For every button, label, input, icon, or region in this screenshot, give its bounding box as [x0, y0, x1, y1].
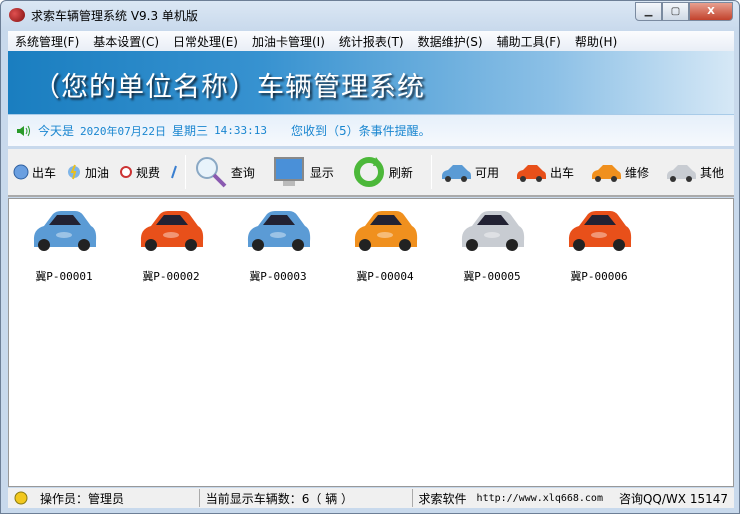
app-icon — [9, 8, 25, 22]
toolbar-separator — [430, 155, 432, 189]
filter-other-button[interactable]: 其他 — [665, 162, 724, 182]
toolbar-separator — [184, 155, 186, 189]
operator-text: 操作员：管理员 — [40, 491, 125, 506]
globe-icon — [13, 164, 29, 180]
more-icon[interactable] — [170, 164, 177, 180]
speaker-icon — [17, 125, 30, 136]
orange-car-icon — [591, 165, 621, 182]
refuel-button[interactable]: 加油 — [66, 164, 109, 181]
depart-button[interactable]: 出车 — [13, 164, 56, 181]
count-text: 当前显示车辆数：6（ 辆 ） — [205, 491, 354, 506]
fees-label: 规费 — [136, 165, 161, 180]
status-company: 求索软件 http://www.xlq668.com 咨询QQ/WX 15147 — [413, 489, 734, 507]
vehicle-item[interactable]: 冀P-00006 — [559, 207, 639, 284]
today-label: 今天是 — [38, 124, 75, 138]
time-text: 14:33:13 — [214, 124, 267, 137]
car-icon — [140, 211, 204, 251]
vehicle-plate: 冀P-00001 — [35, 270, 93, 283]
display-label: 显示 — [309, 165, 334, 180]
info-bar: 今天是 2020年07月22日 星期三 14:33:13 您收到（5）条事件提醒… — [8, 114, 734, 146]
date-text: 2020年07月22日 — [80, 124, 166, 138]
fees-button[interactable]: 规费 — [119, 164, 160, 181]
refresh-icon — [353, 157, 384, 187]
display-button[interactable]: 显示 — [273, 155, 334, 189]
menu-tools[interactable]: 辅助工具(F) — [490, 33, 568, 50]
status-operator: 操作员：管理员 — [8, 489, 200, 507]
toolbar: 出车 加油 规费 查询 显示 刷新 可用 出车 维修 其他 — [8, 149, 734, 197]
banner-title: （您的单位名称）车辆管理系统 — [33, 72, 425, 103]
depart-label: 出车 — [32, 165, 57, 180]
filter-repair-button[interactable]: 维修 — [590, 162, 649, 182]
status-bar: 操作员：管理员 当前显示车辆数：6（ 辆 ） 求索软件 http://www.xl… — [8, 488, 734, 508]
url-link[interactable]: http://www.xlq668.com — [477, 493, 603, 504]
menu-daily[interactable]: 日常处理(E) — [166, 33, 245, 50]
vehicle-grid: 冀P-00001 冀P-00002 冀P-00003 冀P-00004 冀P-00005… — [8, 198, 734, 487]
query-button[interactable]: 查询 — [194, 155, 255, 189]
refresh-label: 刷新 — [388, 165, 413, 180]
car-icon — [461, 211, 525, 251]
silver-car-icon — [666, 165, 696, 182]
monitor-icon — [273, 157, 304, 186]
car-icon — [354, 211, 418, 251]
blue-car-icon — [441, 165, 471, 182]
menu-bar: 系统管理(F) 基本设置(C) 日常处理(E) 加油卡管理(I) 统计报表(T)… — [8, 31, 734, 51]
contact-text: 咨询QQ/WX 15147 — [618, 491, 728, 506]
vehicle-plate: 冀P-00004 — [356, 270, 414, 283]
vehicle-item[interactable]: 冀P-00002 — [131, 207, 211, 284]
vehicle-plate: 冀P-00002 — [142, 270, 200, 283]
car-icon — [568, 211, 632, 251]
refuel-label: 加油 — [85, 165, 110, 180]
company-text: 求索软件 — [418, 491, 467, 506]
maximize-button[interactable]: ▢ — [662, 2, 689, 21]
title-bar: 求索车辆管理系统 V9.3 单机版 ▁ ▢ X — [1, 1, 739, 29]
out-label: 出车 — [549, 165, 574, 180]
fuel-icon — [68, 164, 81, 180]
app-window: 求索车辆管理系统 V9.3 单机版 ▁ ▢ X 系统管理(F) 基本设置(C) … — [0, 0, 740, 514]
red-car-icon — [516, 165, 546, 182]
reminder-link[interactable]: 您收到（5）条事件提醒。 — [291, 122, 431, 139]
magnifier-icon — [195, 157, 227, 188]
banner: （您的单位名称）车辆管理系统 — [8, 51, 734, 114]
other-label: 其他 — [699, 165, 724, 180]
vehicle-item[interactable]: 冀P-00004 — [345, 207, 425, 284]
menu-settings[interactable]: 基本设置(C) — [86, 33, 166, 50]
menu-data[interactable]: 数据维护(S) — [411, 33, 490, 50]
menu-fuel-card[interactable]: 加油卡管理(I) — [245, 33, 332, 50]
repair-label: 维修 — [624, 165, 649, 180]
query-label: 查询 — [230, 165, 255, 180]
vehicle-item[interactable]: 冀P-00001 — [24, 207, 104, 284]
menu-reports[interactable]: 统计报表(T) — [332, 33, 411, 50]
fees-icon — [120, 166, 133, 178]
menu-help[interactable]: 帮助(H) — [568, 33, 624, 50]
minimize-button[interactable]: ▁ — [635, 2, 662, 21]
available-label: 可用 — [474, 165, 499, 180]
vehicle-item[interactable]: 冀P-00005 — [452, 207, 532, 284]
window-title: 求索车辆管理系统 V9.3 单机版 — [31, 8, 198, 23]
close-button[interactable]: X — [689, 2, 733, 21]
vehicle-plate: 冀P-00005 — [463, 270, 521, 283]
car-icon — [33, 211, 97, 251]
refresh-button[interactable]: 刷新 — [352, 155, 413, 189]
sun-icon — [14, 491, 28, 505]
vehicle-plate: 冀P-00003 — [249, 270, 307, 283]
vehicle-plate: 冀P-00006 — [570, 270, 628, 283]
weekday-text: 星期三 — [172, 124, 209, 138]
status-count: 当前显示车辆数：6（ 辆 ） — [200, 489, 413, 507]
menu-system[interactable]: 系统管理(F) — [8, 33, 86, 50]
filter-available-button[interactable]: 可用 — [440, 162, 499, 182]
vehicle-item[interactable]: 冀P-00003 — [238, 207, 318, 284]
car-icon — [247, 211, 311, 251]
filter-out-button[interactable]: 出车 — [515, 162, 574, 182]
